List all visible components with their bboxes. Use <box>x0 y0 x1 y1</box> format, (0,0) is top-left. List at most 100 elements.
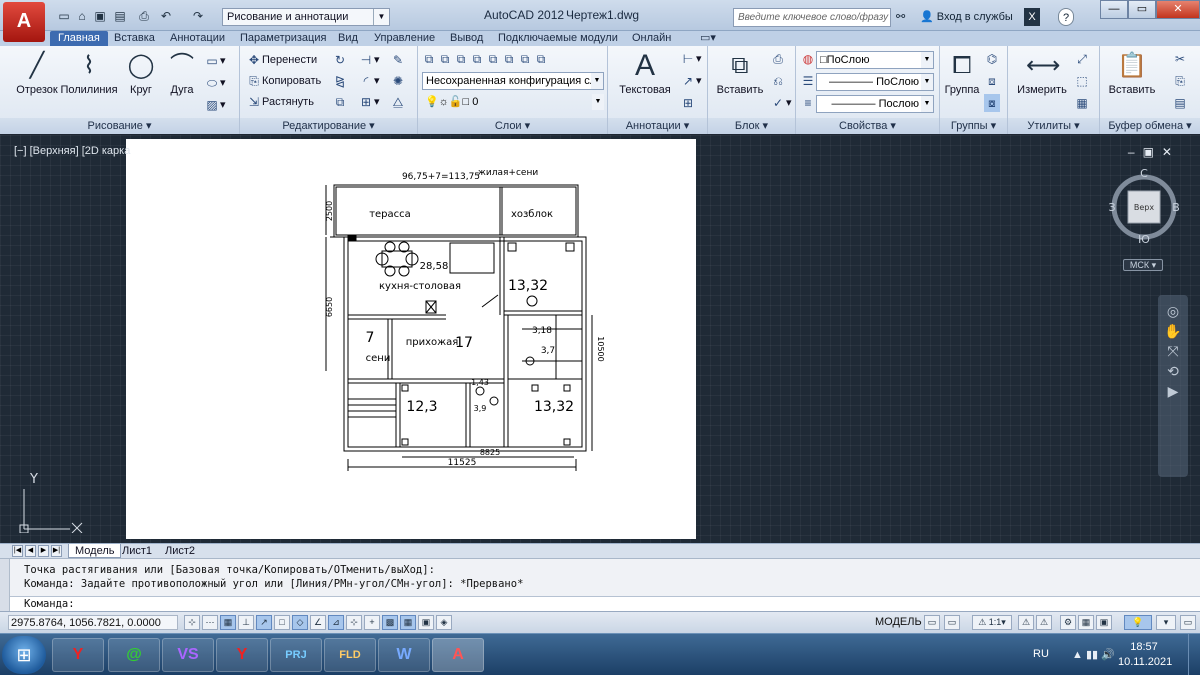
saveas-icon[interactable]: ▤ <box>112 8 128 24</box>
explode-icon[interactable]: ✺ <box>390 72 406 90</box>
tpy-icon[interactable]: ▩ <box>382 615 398 630</box>
tab-sheet2[interactable]: Лист2 <box>165 544 195 558</box>
undo-icon[interactable]: ↶ <box>158 8 174 24</box>
tray-arrow-icon[interactable]: ▲ <box>1072 649 1083 661</box>
offset-icon[interactable]: ⧋ <box>390 93 406 111</box>
command-input[interactable]: Команда: <box>10 596 1200 611</box>
ucs-menu[interactable]: МСК ▾ <box>1123 259 1163 271</box>
tab-model[interactable]: Модель <box>68 544 122 558</box>
draw-panel-title[interactable]: Рисование ▾ <box>0 118 239 134</box>
layer-tools-icon[interactable]: ⧉ ⧉ ⧉ ⧉ ⧉ ⧉ ⧉ ⧉ <box>422 50 550 68</box>
first-layout-icon[interactable]: |◀ <box>12 545 23 557</box>
pan-icon[interactable]: ✋ <box>1158 321 1188 341</box>
copy-button[interactable]: ⎘ Копировать <box>246 72 321 90</box>
model-space-button[interactable]: МОДЕЛЬ <box>875 615 922 630</box>
insert-block-button[interactable]: ⧉ Вставить <box>712 50 768 96</box>
trim-icon[interactable]: ⊣ ▾ <box>358 51 380 69</box>
3dosnap-icon[interactable]: ◇ <box>292 615 308 630</box>
osnap-icon[interactable]: □ <box>274 615 290 630</box>
system-tray[interactable]: ▲ ▮▮ 🔊 <box>1072 648 1115 661</box>
ribbon-options-icon[interactable]: ▭▾ <box>700 31 716 46</box>
last-layout-icon[interactable]: ▶| <box>51 545 62 557</box>
otrack-icon[interactable]: ∠ <box>310 615 326 630</box>
calculator-icon[interactable]: ▦ <box>1074 94 1090 112</box>
groups-panel-title[interactable]: Группы ▾ <box>940 118 1007 134</box>
quick-select-icon[interactable]: ⤢ <box>1074 50 1090 68</box>
viewcube[interactable]: Верх С Ю З В <box>1108 165 1180 246</box>
clean-screen-icon[interactable]: ▭ <box>1180 615 1196 630</box>
ducs-icon[interactable]: ⊿ <box>328 615 344 630</box>
properties-panel-title[interactable]: Свойства ▾ <box>796 118 939 134</box>
start-button[interactable]: ⊞ <box>2 636 46 674</box>
ortho-icon[interactable]: ⊥ <box>238 615 254 630</box>
quickview-layouts-icon[interactable]: ▭ <box>924 615 940 630</box>
cut-icon[interactable]: ✂ <box>1172 50 1188 68</box>
line-button[interactable]: ╱ Отрезок <box>14 50 60 96</box>
polar-icon[interactable]: ↗ <box>256 615 272 630</box>
fillet-icon[interactable]: ◜ ▾ <box>358 72 380 90</box>
maximize-button[interactable]: ▭ <box>1128 0 1156 19</box>
taskbar-icq[interactable]: @ <box>108 638 160 672</box>
layer-select[interactable]: 💡☼🔓□ 0 ▼ <box>422 94 604 112</box>
binoculars-icon[interactable]: ⚯ <box>896 8 905 26</box>
toolbar-lock-icon[interactable]: ▦ <box>1078 615 1094 630</box>
color-select[interactable]: □ПоСлою ▼ <box>816 51 934 69</box>
showmotion-icon[interactable]: ▶ <box>1158 381 1188 401</box>
edit-block-icon[interactable]: ⎌ <box>770 72 786 90</box>
tab-manage[interactable]: Управление <box>374 31 435 46</box>
tab-output[interactable]: Вывод <box>450 31 483 46</box>
qp-icon[interactable]: ▦ <box>400 615 416 630</box>
exchange-icon[interactable]: X <box>1024 8 1040 26</box>
infer-icon[interactable]: ⊹ <box>184 615 200 630</box>
match-icon[interactable]: ▤ <box>1172 94 1188 112</box>
group-edit-icon[interactable]: ⧈ <box>984 72 1000 90</box>
lineweight-select[interactable]: ———— Послою ▼ <box>816 95 934 113</box>
workspace-switch-icon[interactable]: ⚙ <box>1060 615 1076 630</box>
erase-icon[interactable]: ✎ <box>390 51 406 69</box>
taskbar-yandex[interactable]: Y <box>216 638 268 672</box>
rotate-icon[interactable]: ↻ <box>332 51 348 69</box>
annotation-scale[interactable]: ⚠ 1:1▾ <box>972 615 1012 630</box>
workspace-select[interactable]: Рисование и аннотации ▼ <box>222 8 390 26</box>
hatch-icon[interactable]: ▨ ▾ <box>204 96 225 114</box>
minimize-button[interactable]: — <box>1100 0 1128 19</box>
viewport-label[interactable]: [−] [Верхняя] [2D карка <box>14 145 130 157</box>
coordinates-display[interactable]: 2975.8764, 1056.7821, 0.0000 <box>8 615 178 630</box>
application-menu-button[interactable]: A <box>3 2 45 42</box>
copy-clip-icon[interactable]: ⎘ <box>1172 72 1188 90</box>
next-layout-icon[interactable]: ▶ <box>38 545 49 557</box>
help-icon[interactable]: ? <box>1058 8 1074 26</box>
lineweight-icon[interactable]: ≡ <box>800 94 816 112</box>
measure-button[interactable]: ⟷ Измерить <box>1012 50 1072 96</box>
network-icon[interactable]: ▮▮ <box>1086 649 1098 661</box>
array-icon[interactable]: ⊞ ▾ <box>358 93 380 111</box>
close-button[interactable]: ✕ <box>1156 0 1200 19</box>
hardware-accel-icon[interactable]: ▣ <box>1096 615 1112 630</box>
tab-insert[interactable]: Вставка <box>114 31 155 46</box>
utilities-panel-title[interactable]: Утилиты ▾ <box>1008 118 1099 134</box>
search-input[interactable]: Введите ключевое слово/фразу <box>733 8 891 27</box>
leader-icon[interactable]: ↗ ▾ <box>680 72 702 90</box>
circle-button[interactable]: ◯ Круг <box>124 50 158 96</box>
new-icon[interactable]: ▭ <box>56 8 72 24</box>
drawing-area[interactable]: [−] [Верхняя] [2D карка –▣✕ 96,75+7=113,… <box>0 135 1200 543</box>
select-all-icon[interactable]: ⬚ <box>1074 72 1090 90</box>
annotation-visibility-icon[interactable]: ⚠ <box>1018 615 1034 630</box>
tab-annotate[interactable]: Аннотации <box>170 31 225 46</box>
dyn-icon[interactable]: ⊹ <box>346 615 362 630</box>
isolate-objects-icon[interactable]: 💡 <box>1124 615 1152 630</box>
scale-icon[interactable]: ⧉ <box>332 93 348 111</box>
tab-view[interactable]: Вид <box>338 31 358 46</box>
redo-icon[interactable]: ↷ <box>190 8 206 24</box>
rectangle-icon[interactable]: ▭ ▾ <box>204 52 225 70</box>
group-select-icon[interactable]: ⧇ <box>984 94 1000 112</box>
create-block-icon[interactable]: ⎙ <box>770 50 786 68</box>
block-panel-title[interactable]: Блок ▾ <box>708 118 795 134</box>
dimension-icon[interactable]: ⊢ ▾ <box>680 50 702 68</box>
viewport-controls[interactable]: –▣✕ <box>1128 145 1180 159</box>
move-button[interactable]: ✥ Перенести <box>246 51 317 69</box>
tab-plugins[interactable]: Подключаемые модули <box>498 31 618 46</box>
language-indicator[interactable]: RU <box>1033 648 1049 660</box>
group-button[interactable]: ⧠ Группа <box>942 50 982 96</box>
status-menu-icon[interactable]: ▾ <box>1156 615 1176 630</box>
